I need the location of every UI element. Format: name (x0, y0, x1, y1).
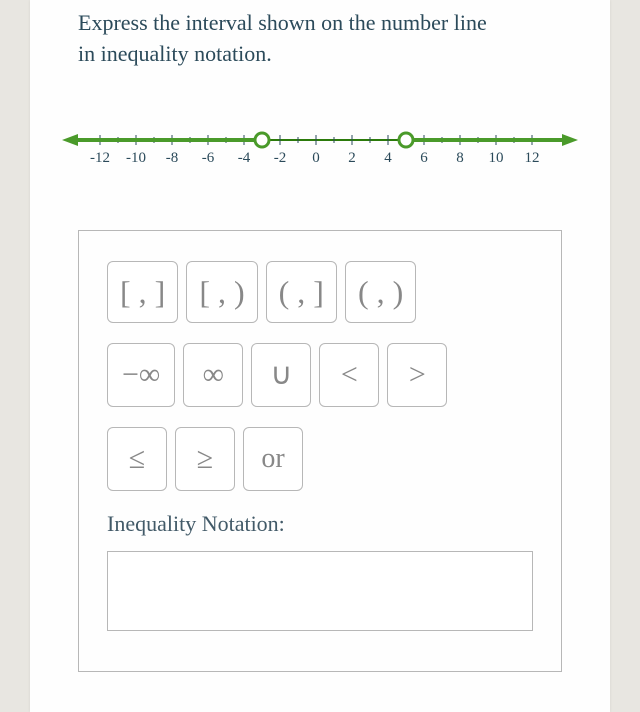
number-line: -12 -10 -8 -6 -4 -2 0 2 4 6 8 10 12 (60, 110, 580, 190)
inequality-notation-label: Inequality Notation: (107, 511, 533, 537)
tick-label: 2 (348, 150, 356, 166)
tick-label: 12 (525, 150, 540, 166)
bracket-open-closed-button[interactable]: ( , ] (266, 261, 337, 323)
infinity-button[interactable]: ∞ (183, 343, 243, 407)
inequality-notation-input[interactable] (107, 551, 533, 631)
tick-label: -10 (126, 150, 146, 166)
question-prompt: Express the interval shown on the number… (30, 0, 550, 70)
answer-panel: [ , ] [ , ) ( , ] ( , ) −∞ ∞ ∪ < > ≤ ≥ o… (78, 230, 562, 672)
greater-eq-button[interactable]: ≥ (175, 427, 235, 491)
less-than-button[interactable]: < (319, 343, 379, 407)
open-point-right (399, 133, 413, 147)
tick-label: 0 (312, 150, 320, 166)
tick-label: 8 (456, 150, 464, 166)
less-eq-button[interactable]: ≤ (107, 427, 167, 491)
bracket-open-open-button[interactable]: ( , ) (345, 261, 416, 323)
neg-infinity-button[interactable]: −∞ (107, 343, 175, 407)
tick-label: -8 (166, 150, 179, 166)
tick-label: 6 (420, 150, 428, 166)
union-button[interactable]: ∪ (251, 343, 311, 407)
tick-label: 4 (384, 150, 392, 166)
tick-label: -2 (274, 150, 287, 166)
tick-label: -12 (90, 150, 110, 166)
tick-labels: -12 -10 -8 -6 -4 -2 0 2 4 6 8 10 12 (90, 150, 540, 166)
open-point-left (255, 133, 269, 147)
button-row-1: [ , ] [ , ) ( , ] ( , ) (107, 261, 533, 323)
card: Express the interval shown on the number… (30, 0, 610, 712)
bracket-closed-open-button[interactable]: [ , ) (186, 261, 257, 323)
tick-label: -6 (202, 150, 215, 166)
bracket-closed-closed-button[interactable]: [ , ] (107, 261, 178, 323)
tick-label: 10 (489, 150, 504, 166)
greater-than-button[interactable]: > (387, 343, 447, 407)
number-line-svg: -12 -10 -8 -6 -4 -2 0 2 4 6 8 10 12 (60, 110, 580, 190)
button-row-2: −∞ ∞ ∪ < > (107, 343, 533, 407)
tick-label: -4 (238, 150, 251, 166)
or-button[interactable]: or (243, 427, 303, 491)
button-row-3: ≤ ≥ or (107, 427, 533, 491)
